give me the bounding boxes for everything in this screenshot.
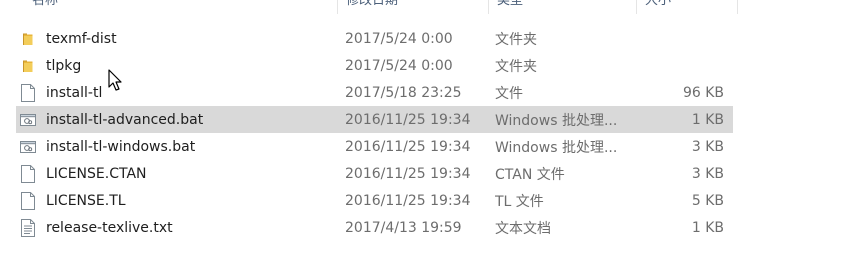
file-name: LICENSE.CTAN [46, 165, 147, 182]
file-type: Windows 批处理... [495, 112, 618, 129]
file-name: texmf-dist [46, 30, 117, 47]
file-type: TL 文件 [495, 193, 544, 210]
file-icon [19, 164, 37, 184]
file-name: LICENSE.TL [46, 192, 126, 209]
file-icon [19, 191, 37, 211]
file-row[interactable]: release-texlive.txt 2017/4/13 19:59 文本文档 1 … [16, 214, 733, 241]
file-row[interactable]: LICENSE.CTAN 2016/11/25 19:34 CTAN 文件 3 KB [16, 160, 733, 187]
column-header-date-modified[interactable]: 修改日期 [338, 0, 489, 14]
folder-icon [19, 29, 37, 49]
file-size: 96 KB [682, 84, 724, 101]
file-size: 5 KB [691, 192, 724, 209]
file-icon [19, 83, 37, 103]
file-row[interactable]: install-tl-windows.bat 2016/11/25 19:34 Wi… [16, 133, 733, 160]
file-date-modified: 2016/11/25 19:34 [345, 192, 471, 209]
file-date-modified: 2016/11/25 19:34 [345, 138, 471, 155]
file-size: 3 KB [691, 165, 724, 182]
text-file-icon [19, 218, 37, 238]
file-date-modified: 2017/4/13 19:59 [345, 219, 462, 236]
file-size: 1 KB [691, 219, 724, 236]
file-name: tlpkg [46, 57, 82, 74]
column-header-name[interactable]: 名称 [0, 0, 338, 14]
file-name: install-tl-windows.bat [46, 138, 196, 155]
file-type: Windows 批处理... [495, 139, 618, 156]
column-header-type[interactable]: 类型 [489, 0, 637, 14]
file-type: CTAN 文件 [495, 166, 565, 183]
file-type: 文件夹 [495, 31, 537, 48]
file-row[interactable]: tlpkg 2017/5/24 0:00 文件夹 [16, 52, 733, 79]
batch-file-icon [19, 137, 37, 157]
file-type: 文件 [495, 85, 523, 102]
file-date-modified: 2017/5/24 0:00 [345, 57, 453, 74]
column-header-row: 名称 修改日期 类型 大小 [0, 0, 738, 14]
file-row[interactable]: install-tl 2017/5/18 23:25 文件 96 KB [16, 79, 733, 106]
batch-file-icon [19, 110, 37, 130]
file-type: 文件夹 [495, 58, 537, 75]
file-date-modified: 2016/11/25 19:34 [345, 165, 471, 182]
file-explorer-list-view: 名称 修改日期 类型 大小 texmf-dist 2017/5/24 0:00 文件… [0, 0, 841, 279]
file-size: 3 KB [691, 138, 724, 155]
folder-icon [19, 56, 37, 76]
file-name: install-tl-advanced.bat [46, 111, 204, 128]
file-name: release-texlive.txt [46, 219, 173, 236]
file-size: 1 KB [691, 111, 724, 128]
file-name: install-tl [46, 84, 103, 101]
file-row[interactable]: LICENSE.TL 2016/11/25 19:34 TL 文件 5 KB [16, 187, 733, 214]
column-header-size[interactable]: 大小 [637, 0, 738, 14]
file-row[interactable]: install-tl-advanced.bat 2016/11/25 19:34 W… [16, 106, 733, 133]
file-date-modified: 2017/5/24 0:00 [345, 30, 453, 47]
file-date-modified: 2016/11/25 19:34 [345, 111, 471, 128]
file-date-modified: 2017/5/18 23:25 [345, 84, 462, 101]
file-type: 文本文档 [495, 220, 551, 237]
file-list: texmf-dist 2017/5/24 0:00 文件夹 tlpkg 2017/5/2… [16, 25, 733, 241]
file-row[interactable]: texmf-dist 2017/5/24 0:00 文件夹 [16, 25, 733, 52]
